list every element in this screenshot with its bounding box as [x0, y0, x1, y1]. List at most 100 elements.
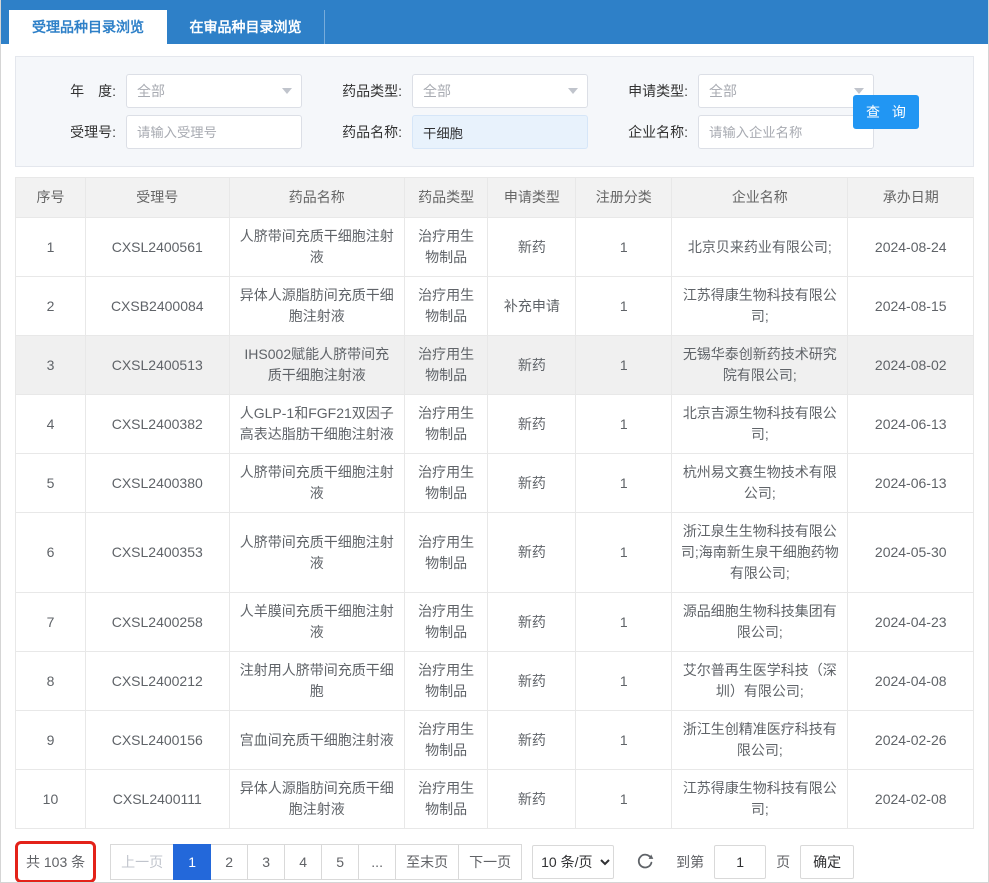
cell-r2-c2: CXSB2400084 [85, 277, 229, 336]
prev-page-button[interactable]: 上一页 [110, 844, 174, 880]
apply-type-select[interactable]: 全部 [698, 74, 874, 108]
cell-r1-c3: 人脐带间充质干细胞注射液 [229, 218, 404, 277]
cell-r10-c2: CXSL2400111 [85, 770, 229, 829]
company-label: 企业名称: [588, 122, 688, 142]
table-row[interactable]: 1CXSL2400561人脐带间充质干细胞注射液治疗用生物制品新药1北京贝来药业… [16, 218, 974, 277]
table-row[interactable]: 9CXSL2400156宫血间充质干细胞注射液治疗用生物制品新药1浙江生创精准医… [16, 711, 974, 770]
cell-r2-c8: 2024-08-15 [848, 277, 974, 336]
pagination-bar: 共 103 条 上一页 12345... 至末页 下一页 10 条/页 到第 页… [15, 841, 974, 883]
drug-type-label: 药品类型: [302, 81, 402, 101]
cell-r3-c1: 3 [16, 336, 86, 395]
last-page-button[interactable]: 至末页 [395, 844, 459, 880]
table-row[interactable]: 6CXSL2400353人脐带间充质干细胞注射液治疗用生物制品新药1浙江泉生生物… [16, 513, 974, 593]
cell-r7-c8: 2024-04-23 [848, 593, 974, 652]
table-row[interactable]: 4CXSL2400382人GLP-1和FGF21双因子高表达脂肪干细胞注射液治疗… [16, 395, 974, 454]
cell-r9-c8: 2024-02-26 [848, 711, 974, 770]
column-header-6: 企业名称 [672, 178, 848, 218]
refresh-icon[interactable] [636, 853, 654, 871]
cell-r10-c4: 治疗用生物制品 [404, 770, 487, 829]
cell-r8-c1: 8 [16, 652, 86, 711]
drug-name-label: 药品名称: [302, 122, 402, 142]
drug-type-filter-group: 药品类型: 全部 [302, 74, 588, 108]
page-button-3[interactable]: 3 [247, 844, 285, 880]
cell-r9-c7: 浙江生创精准医疗科技有限公司; [672, 711, 848, 770]
year-select[interactable]: 全部 [126, 74, 302, 108]
cell-r9-c2: CXSL2400156 [85, 711, 229, 770]
page-size-select[interactable]: 10 条/页 [532, 845, 614, 879]
table-row[interactable]: 3CXSL2400513IHS002赋能人脐带间充质干细胞注射液治疗用生物制品新… [16, 336, 974, 395]
column-header-2: 药品名称 [229, 178, 404, 218]
cell-r6-c3: 人脐带间充质干细胞注射液 [229, 513, 404, 593]
acceptance-no-input[interactable] [126, 115, 302, 149]
drug-name-filter-group: 药品名称: [302, 115, 588, 149]
cell-r4-c5: 新药 [488, 395, 576, 454]
table-row[interactable]: 8CXSL2400212注射用人脐带间充质干细胞治疗用生物制品新药1艾尔普再生医… [16, 652, 974, 711]
acceptance-no-filter-group: 受理号: [16, 115, 302, 149]
cell-r4-c2: CXSL2400382 [85, 395, 229, 454]
cell-r6-c6: 1 [576, 513, 672, 593]
column-header-3: 药品类型 [404, 178, 487, 218]
table-row[interactable]: 7CXSL2400258人羊膜间充质干细胞注射液治疗用生物制品新药1源品细胞生物… [16, 593, 974, 652]
cell-r2-c7: 江苏得康生物科技有限公司; [672, 277, 848, 336]
tab-under-review-catalog[interactable]: 在审品种目录浏览 [167, 10, 325, 44]
year-label: 年 度: [16, 81, 116, 101]
cell-r3-c3: IHS002赋能人脐带间充质干细胞注射液 [229, 336, 404, 395]
chevron-down-icon [568, 88, 578, 94]
filter-panel: 年 度: 全部 药品类型: 全部 申请类型: 全部 [15, 56, 974, 167]
table-header-row: 序号受理号药品名称药品类型申请类型注册分类企业名称承办日期 [16, 178, 974, 218]
tab-accepted-catalog[interactable]: 受理品种目录浏览 [9, 10, 167, 44]
company-filter-group: 企业名称: [588, 115, 874, 149]
total-count-annotation: 共 103 条 [15, 841, 96, 883]
app-window: 受理品种目录浏览 在审品种目录浏览 年 度: 全部 药品类型: 全部 申请类型: [0, 0, 989, 883]
cell-r1-c5: 新药 [488, 218, 576, 277]
drug-name-input[interactable] [412, 115, 588, 149]
filter-row-2: 受理号: 药品名称: 企业名称: [16, 115, 973, 149]
cell-r8-c7: 艾尔普再生医学科技（深圳）有限公司; [672, 652, 848, 711]
cell-r2-c3: 异体人源脂肪间充质干细胞注射液 [229, 277, 404, 336]
cell-r4-c3: 人GLP-1和FGF21双因子高表达脂肪干细胞注射液 [229, 395, 404, 454]
cell-r4-c1: 4 [16, 395, 86, 454]
page-button-1[interactable]: 1 [173, 844, 211, 880]
cell-r9-c4: 治疗用生物制品 [404, 711, 487, 770]
page-button-4[interactable]: 4 [284, 844, 322, 880]
table-row[interactable]: 2CXSB2400084异体人源脂肪间充质干细胞注射液治疗用生物制品补充申请1江… [16, 277, 974, 336]
next-page-button[interactable]: 下一页 [458, 844, 522, 880]
page-unit-label: 页 [776, 852, 790, 872]
apply-type-filter-group: 申请类型: 全部 [588, 74, 874, 108]
cell-r1-c7: 北京贝来药业有限公司; [672, 218, 848, 277]
company-input[interactable] [698, 115, 874, 149]
cell-r6-c8: 2024-05-30 [848, 513, 974, 593]
table-row[interactable]: 5CXSL2400380人脐带间充质干细胞注射液治疗用生物制品新药1杭州易文赛生… [16, 454, 974, 513]
page-strip: 上一页 12345... 至末页 下一页 [110, 844, 522, 880]
drug-type-select-value: 全部 [423, 81, 451, 101]
ellipsis-pages[interactable]: ... [358, 844, 396, 880]
cell-r3-c7: 无锡华泰创新药技术研究院有限公司; [672, 336, 848, 395]
filter-row-1: 年 度: 全部 药品类型: 全部 申请类型: 全部 [16, 74, 973, 108]
cell-r5-c7: 杭州易文赛生物技术有限公司; [672, 454, 848, 513]
cell-r8-c3: 注射用人脐带间充质干细胞 [229, 652, 404, 711]
cell-r1-c1: 1 [16, 218, 86, 277]
cell-r3-c6: 1 [576, 336, 672, 395]
cell-r6-c7: 浙江泉生生物科技有限公司;海南新生泉干细胞药物有限公司; [672, 513, 848, 593]
search-button[interactable]: 查 询 [853, 95, 919, 129]
cell-r6-c1: 6 [16, 513, 86, 593]
cell-r1-c2: CXSL2400561 [85, 218, 229, 277]
cell-r10-c8: 2024-02-08 [848, 770, 974, 829]
table-row[interactable]: 10CXSL2400111异体人源脂肪间充质干细胞注射液治疗用生物制品新药1江苏… [16, 770, 974, 829]
page-button-2[interactable]: 2 [210, 844, 248, 880]
goto-page-input[interactable] [714, 845, 766, 879]
confirm-goto-button[interactable]: 确定 [800, 845, 854, 879]
chevron-down-icon [282, 88, 292, 94]
cell-r4-c7: 北京吉源生物科技有限公司; [672, 395, 848, 454]
cell-r4-c6: 1 [576, 395, 672, 454]
apply-type-select-value: 全部 [709, 81, 737, 101]
page-button-5[interactable]: 5 [321, 844, 359, 880]
cell-r9-c1: 9 [16, 711, 86, 770]
cell-r6-c2: CXSL2400353 [85, 513, 229, 593]
cell-r8-c4: 治疗用生物制品 [404, 652, 487, 711]
cell-r4-c8: 2024-06-13 [848, 395, 974, 454]
cell-r8-c8: 2024-04-08 [848, 652, 974, 711]
drug-type-select[interactable]: 全部 [412, 74, 588, 108]
cell-r10-c7: 江苏得康生物科技有限公司; [672, 770, 848, 829]
cell-r10-c3: 异体人源脂肪间充质干细胞注射液 [229, 770, 404, 829]
